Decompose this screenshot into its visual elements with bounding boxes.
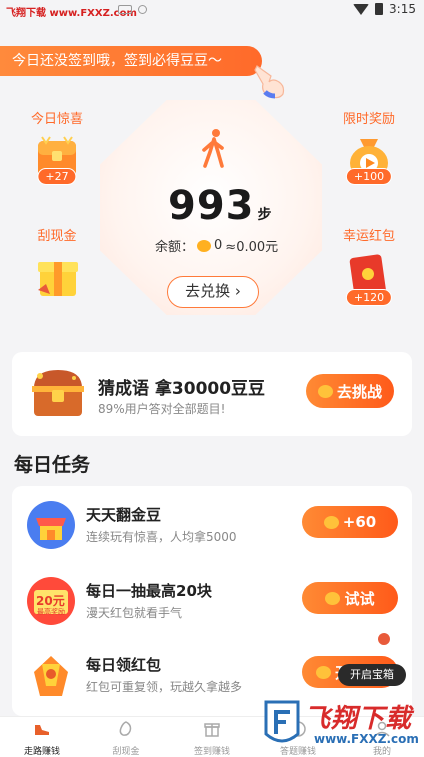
today-surprise[interactable]: 今日惊喜 +27 [26,108,88,185]
bean-icon [317,384,333,398]
balance-yuan: ≈0.00元 [225,240,279,255]
tab-label: 刮现金 [112,747,140,757]
task-row[interactable]: 天天翻金豆 连续玩有惊喜，人均拿5000 +60 [12,496,412,556]
tab-walk-earn[interactable]: 走路赚钱 [0,719,84,757]
exchange-button-label: 去兑换 [185,282,231,300]
bean-icon [197,239,212,252]
red-packet-caption: 最高奖励 [37,608,65,616]
today-surprise-label: 今日惊喜 [30,112,83,127]
limited-reward-badge: +100 [345,168,393,185]
wifi-icon [353,3,370,15]
idiom-subtitle: 89%用户答对全部题目! [98,402,226,416]
watermark-url: www.FXXZ.com [314,732,419,746]
tab-label: 签到赚钱 [193,747,230,757]
step-count-unit: 步 [257,207,272,223]
idiom-challenge-card[interactable]: 猜成语 拿30000豆豆 89%用户答对全部题目! 去挑战 [12,352,412,436]
lucky-red-packet-badge: +120 [345,289,393,306]
shield-icon [138,5,147,14]
signin-banner[interactable]: 今日还没签到哦，签到必得豆豆～ [0,46,262,76]
notification-icons [118,5,147,14]
status-time: 3:15 [389,2,416,16]
task-button[interactable]: +60 [302,506,398,538]
treasure-dot-icon [378,633,390,645]
walking-person-icon [202,129,224,168]
red-packet-icon: 20元 最高奖励 [26,576,76,626]
watermark-logo-icon [264,700,300,743]
exchange-button[interactable]: 去兑换 › [167,276,259,308]
gift-box-icon [32,250,82,300]
scratch-cash[interactable]: 刮现金 [26,225,88,300]
task-title: 每日领红包 [86,656,162,674]
today-surprise-badge: +27 [37,168,77,185]
lucky-red-packet[interactable]: 幸运红包 +120 [336,225,402,306]
notification-icon [118,5,132,14]
treasure-chest-icon [32,370,84,416]
lucky-red-packet-label: 幸运红包 [342,229,395,244]
daily-tasks-title: 每日任务 [14,454,91,476]
limited-reward-label: 限时奖励 [342,112,395,127]
treasure-box-icon: +27 [32,133,82,185]
tab-scratch-cash[interactable]: 刮现金 [84,719,168,757]
task-button-label: 试试 [344,589,375,608]
scratch-icon [119,721,132,736]
limited-reward[interactable]: 限时奖励 +100 [336,108,402,185]
task-subtitle: 漫天红包就看手气 [86,606,183,620]
step-count: 993 步 [168,183,272,229]
status-right: 3:15 [353,2,416,16]
chevron-right-icon: › [234,282,241,300]
tab-label: 走路赚钱 [23,747,60,757]
status-bar: 飞翔下载 www.FXXZ.com 3:15 [0,0,424,22]
bean-icon [323,515,339,529]
task-subtitle: 红包可重复领，玩越久拿越多 [86,680,243,694]
shop-icon [27,501,75,549]
challenge-button-label: 去挑战 [336,382,382,401]
task-title: 每日一抽最高20块 [86,582,212,600]
watermark-title: 飞翔下载 [304,704,413,734]
site-watermark: 飞翔下载 www.FXXZ.com [258,694,419,754]
step-count-value: 993 [168,183,255,229]
tab-signin-earn[interactable]: 签到赚钱 [170,719,254,757]
battery-icon [375,3,384,15]
gift-packet-icon [34,656,68,696]
balance-label: 余额： [155,240,195,255]
video-bag-icon: +100 [344,133,394,185]
task-button[interactable]: 试试 [302,582,398,614]
task-subtitle: 连续玩有惊喜，人均拿5000 [86,530,237,544]
red-packet-icon: +120 [344,250,394,306]
open-treasure-button[interactable]: 开启宝箱 [338,664,406,686]
bean-icon [316,665,331,679]
task-title: 天天翻金豆 [86,506,162,524]
balance-beans: 0 [214,238,223,253]
task-row[interactable]: 20元 最高奖励 每日一抽最高20块 漫天红包就看手气 试试 [12,572,412,632]
task-button-label: +60 [342,513,377,531]
idiom-title: 猜成语 拿30000豆豆 [98,379,266,399]
gift-icon [204,723,220,737]
pointing-hand-icon [254,65,285,99]
bean-icon [325,591,341,605]
balance-row: 余额： 0 ≈0.00元 [155,236,278,255]
shoe-icon [35,725,49,735]
challenge-button[interactable]: 去挑战 [306,374,394,408]
scratch-cash-label: 刮现金 [37,229,77,244]
